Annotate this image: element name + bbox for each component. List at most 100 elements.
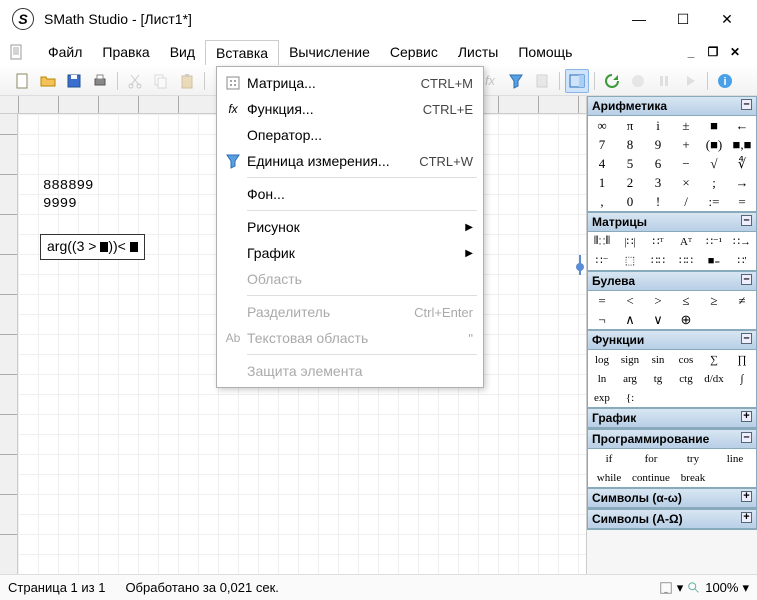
- maximize-button[interactable]: ☐: [673, 9, 693, 29]
- palette-button[interactable]: if: [588, 449, 630, 468]
- palette-button[interactable]: ■,■: [728, 135, 756, 154]
- paste-button[interactable]: [175, 69, 199, 93]
- palette-button[interactable]: 3: [644, 173, 672, 192]
- palette-button[interactable]: while: [588, 468, 630, 487]
- menu-view[interactable]: Вид: [160, 40, 205, 64]
- palette-button[interactable]: ■: [700, 116, 728, 135]
- info-button[interactable]: i: [713, 69, 737, 93]
- palette-button[interactable]: exp: [588, 388, 616, 407]
- menu-item[interactable]: Матрица...CTRL+M: [217, 70, 483, 96]
- palette-button[interactable]: break: [672, 468, 714, 487]
- menu-item[interactable]: Оператор...: [217, 122, 483, 148]
- mdi-minimize-button[interactable]: _: [683, 45, 699, 59]
- palette-button[interactable]: ∜: [728, 154, 756, 173]
- new-button[interactable]: [10, 69, 34, 93]
- palette-button[interactable]: ∞: [588, 116, 616, 135]
- play-button[interactable]: [678, 69, 702, 93]
- menu-insert[interactable]: Вставка: [205, 40, 279, 65]
- menu-item[interactable]: Единица измерения...CTRL+W: [217, 148, 483, 174]
- palette-button[interactable]: 9: [644, 135, 672, 154]
- palette-button[interactable]: 4: [588, 154, 616, 173]
- palette-button[interactable]: 6: [644, 154, 672, 173]
- palette-button[interactable]: ≥: [700, 291, 728, 310]
- palette-button[interactable]: ×: [672, 173, 700, 192]
- palette-button[interactable]: +: [672, 135, 700, 154]
- palette-button[interactable]: 7: [588, 135, 616, 154]
- palette-button[interactable]: ∷⁻¹: [700, 232, 728, 251]
- menu-edit[interactable]: Правка: [92, 40, 159, 64]
- palette-button[interactable]: >: [644, 291, 672, 310]
- palette-button[interactable]: ←: [728, 116, 756, 135]
- palette-button[interactable]: 5: [616, 154, 644, 173]
- palette-button[interactable]: try: [672, 449, 714, 468]
- collapse-icon[interactable]: –: [741, 99, 752, 110]
- palette-button[interactable]: ¬: [588, 310, 616, 329]
- palette-button[interactable]: cos: [672, 350, 700, 369]
- palette-button[interactable]: sin: [644, 350, 672, 369]
- palette-button[interactable]: 2: [616, 173, 644, 192]
- palette-button[interactable]: for: [630, 449, 672, 468]
- collapse-icon[interactable]: –: [741, 432, 752, 443]
- menu-service[interactable]: Сервис: [380, 40, 448, 64]
- palette-button[interactable]: 8: [616, 135, 644, 154]
- palette-button[interactable]: ∷→: [728, 232, 756, 251]
- palette-button[interactable]: ctg: [672, 369, 700, 388]
- palette-button[interactable]: ∫: [728, 369, 756, 388]
- palette-button[interactable]: ■₌: [700, 251, 728, 270]
- minimize-button[interactable]: —: [629, 9, 649, 29]
- palette-button[interactable]: <: [616, 291, 644, 310]
- expand-icon[interactable]: +: [741, 411, 752, 422]
- menu-sheets[interactable]: Листы: [448, 40, 508, 64]
- save-button[interactable]: [62, 69, 86, 93]
- palette-button[interactable]: line: [714, 449, 756, 468]
- palette-button[interactable]: ∨: [644, 310, 672, 329]
- menu-help[interactable]: Помощь: [508, 40, 582, 64]
- palette-button[interactable]: sign: [616, 350, 644, 369]
- copy-button[interactable]: [149, 69, 173, 93]
- pause-button[interactable]: [652, 69, 676, 93]
- palette-button[interactable]: tg: [644, 369, 672, 388]
- splitter-handle[interactable]: [576, 257, 584, 273]
- cut-button[interactable]: [123, 69, 147, 93]
- formula-region[interactable]: arg((3 > ))<: [40, 234, 145, 260]
- palette-button[interactable]: d/dx: [700, 369, 728, 388]
- expand-icon[interactable]: +: [741, 512, 752, 523]
- text-region-1[interactable]: 888899: [43, 178, 93, 194]
- palette-button[interactable]: ⦀∷⦀: [588, 232, 616, 251]
- book-button[interactable]: [530, 69, 554, 93]
- page-fit-icon[interactable]: [659, 581, 673, 595]
- palette-button[interactable]: ln: [588, 369, 616, 388]
- palette-button[interactable]: log: [588, 350, 616, 369]
- refresh-button[interactable]: [600, 69, 624, 93]
- print-button[interactable]: [88, 69, 112, 93]
- palette-button[interactable]: ∷∷: [672, 251, 700, 270]
- menu-item[interactable]: fxФункция...CTRL+E: [217, 96, 483, 122]
- palette-button[interactable]: /: [672, 192, 700, 211]
- palette-button[interactable]: ;: [700, 173, 728, 192]
- collapse-icon[interactable]: –: [741, 274, 752, 285]
- palette-button[interactable]: ±: [672, 116, 700, 135]
- palette-button[interactable]: arg: [616, 369, 644, 388]
- palette-button[interactable]: :=: [700, 192, 728, 211]
- palette-button[interactable]: ∏: [728, 350, 756, 369]
- palette-button[interactable]: √: [700, 154, 728, 173]
- collapse-icon[interactable]: –: [741, 333, 752, 344]
- palette-button[interactable]: ∧: [616, 310, 644, 329]
- palette-button[interactable]: →: [728, 173, 756, 192]
- palette-button[interactable]: 0: [616, 192, 644, 211]
- palette-button[interactable]: ∷∷: [644, 251, 672, 270]
- panel-toggle-button[interactable]: [565, 69, 589, 93]
- menu-file[interactable]: Файл: [38, 40, 92, 64]
- palette-button[interactable]: 1: [588, 173, 616, 192]
- palette-button[interactable]: {:: [616, 388, 644, 407]
- palette-button[interactable]: −: [672, 154, 700, 173]
- palette-button[interactable]: =: [588, 291, 616, 310]
- palette-button[interactable]: continue: [630, 468, 672, 487]
- menu-item[interactable]: График▶: [217, 240, 483, 266]
- funnel-button[interactable]: [504, 69, 528, 93]
- palette-button[interactable]: ∷⁻: [588, 251, 616, 270]
- palette-button[interactable]: !: [644, 192, 672, 211]
- collapse-icon[interactable]: –: [741, 215, 752, 226]
- palette-button[interactable]: ⊕: [672, 310, 700, 329]
- palette-button[interactable]: ∑: [700, 350, 728, 369]
